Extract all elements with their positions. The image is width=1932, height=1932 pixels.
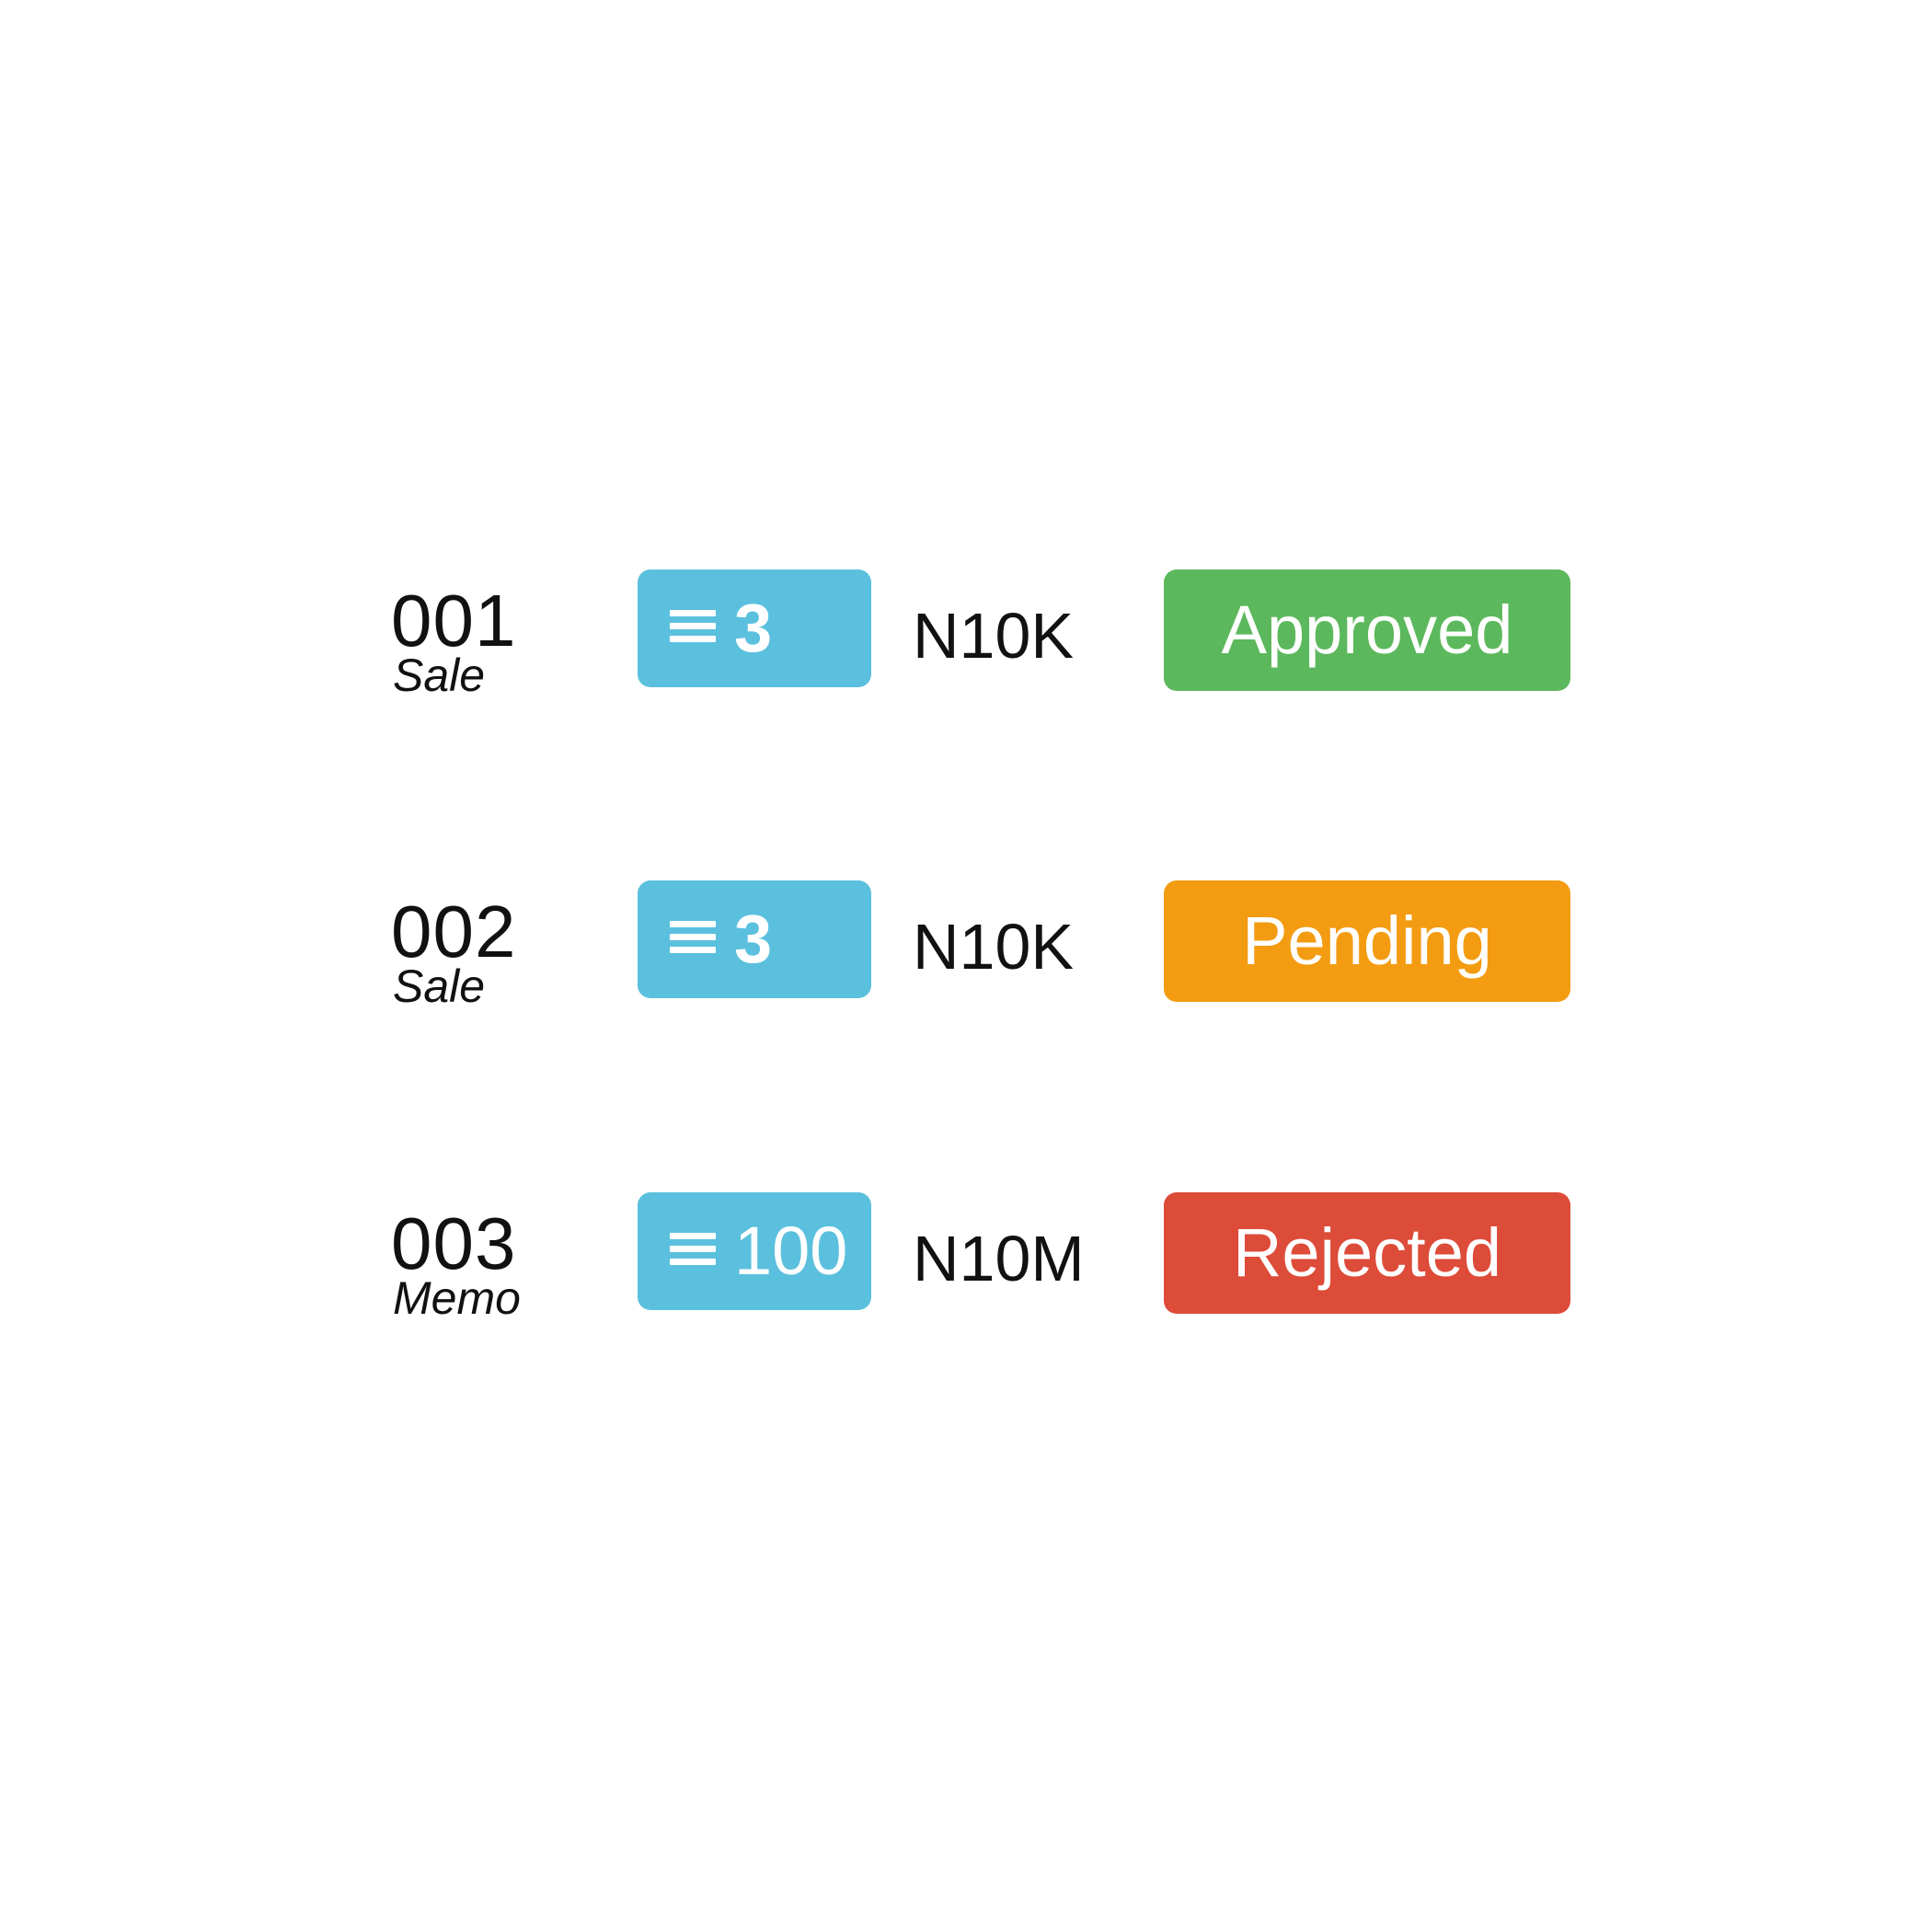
quantity-badge[interactable]: 100 bbox=[638, 1192, 871, 1310]
amount: N10K bbox=[913, 911, 1075, 983]
menu-lines-icon bbox=[670, 610, 716, 649]
record-id-block: 002 Sale bbox=[391, 877, 584, 1012]
menu-lines-icon bbox=[670, 1233, 716, 1271]
list-item: 003 Memo 100 N10M Rejected bbox=[0, 1189, 1932, 1322]
record-type: Sale bbox=[393, 650, 486, 701]
record-type: Memo bbox=[393, 1272, 521, 1324]
list-item: 002 Sale 3 N10K Pending bbox=[0, 877, 1932, 1012]
transaction-list: 001 Sale 3 N10K Approved 002 Sale 3 N10K… bbox=[0, 0, 1932, 1932]
record-id: 003 bbox=[391, 1202, 517, 1284]
list-item: 001 Sale 3 N10K Approved bbox=[0, 566, 1932, 701]
status-badge[interactable]: Pending bbox=[1164, 880, 1570, 1002]
quantity-value: 100 bbox=[734, 1213, 848, 1289]
record-id-block: 003 Memo bbox=[391, 1189, 584, 1322]
quantity-badge[interactable]: 3 bbox=[638, 880, 871, 998]
quantity-value: 3 bbox=[734, 590, 773, 666]
amount: N10M bbox=[913, 1223, 1085, 1294]
status-badge[interactable]: Approved bbox=[1164, 569, 1570, 691]
record-id: 001 bbox=[391, 580, 517, 661]
record-type: Sale bbox=[393, 960, 486, 1012]
quantity-value: 3 bbox=[734, 901, 773, 977]
menu-lines-icon bbox=[670, 921, 716, 960]
amount: N10K bbox=[913, 600, 1075, 672]
status-badge[interactable]: Rejected bbox=[1164, 1192, 1570, 1314]
record-id: 002 bbox=[391, 891, 517, 972]
quantity-badge[interactable]: 3 bbox=[638, 569, 871, 687]
record-id-block: 001 Sale bbox=[391, 566, 584, 701]
